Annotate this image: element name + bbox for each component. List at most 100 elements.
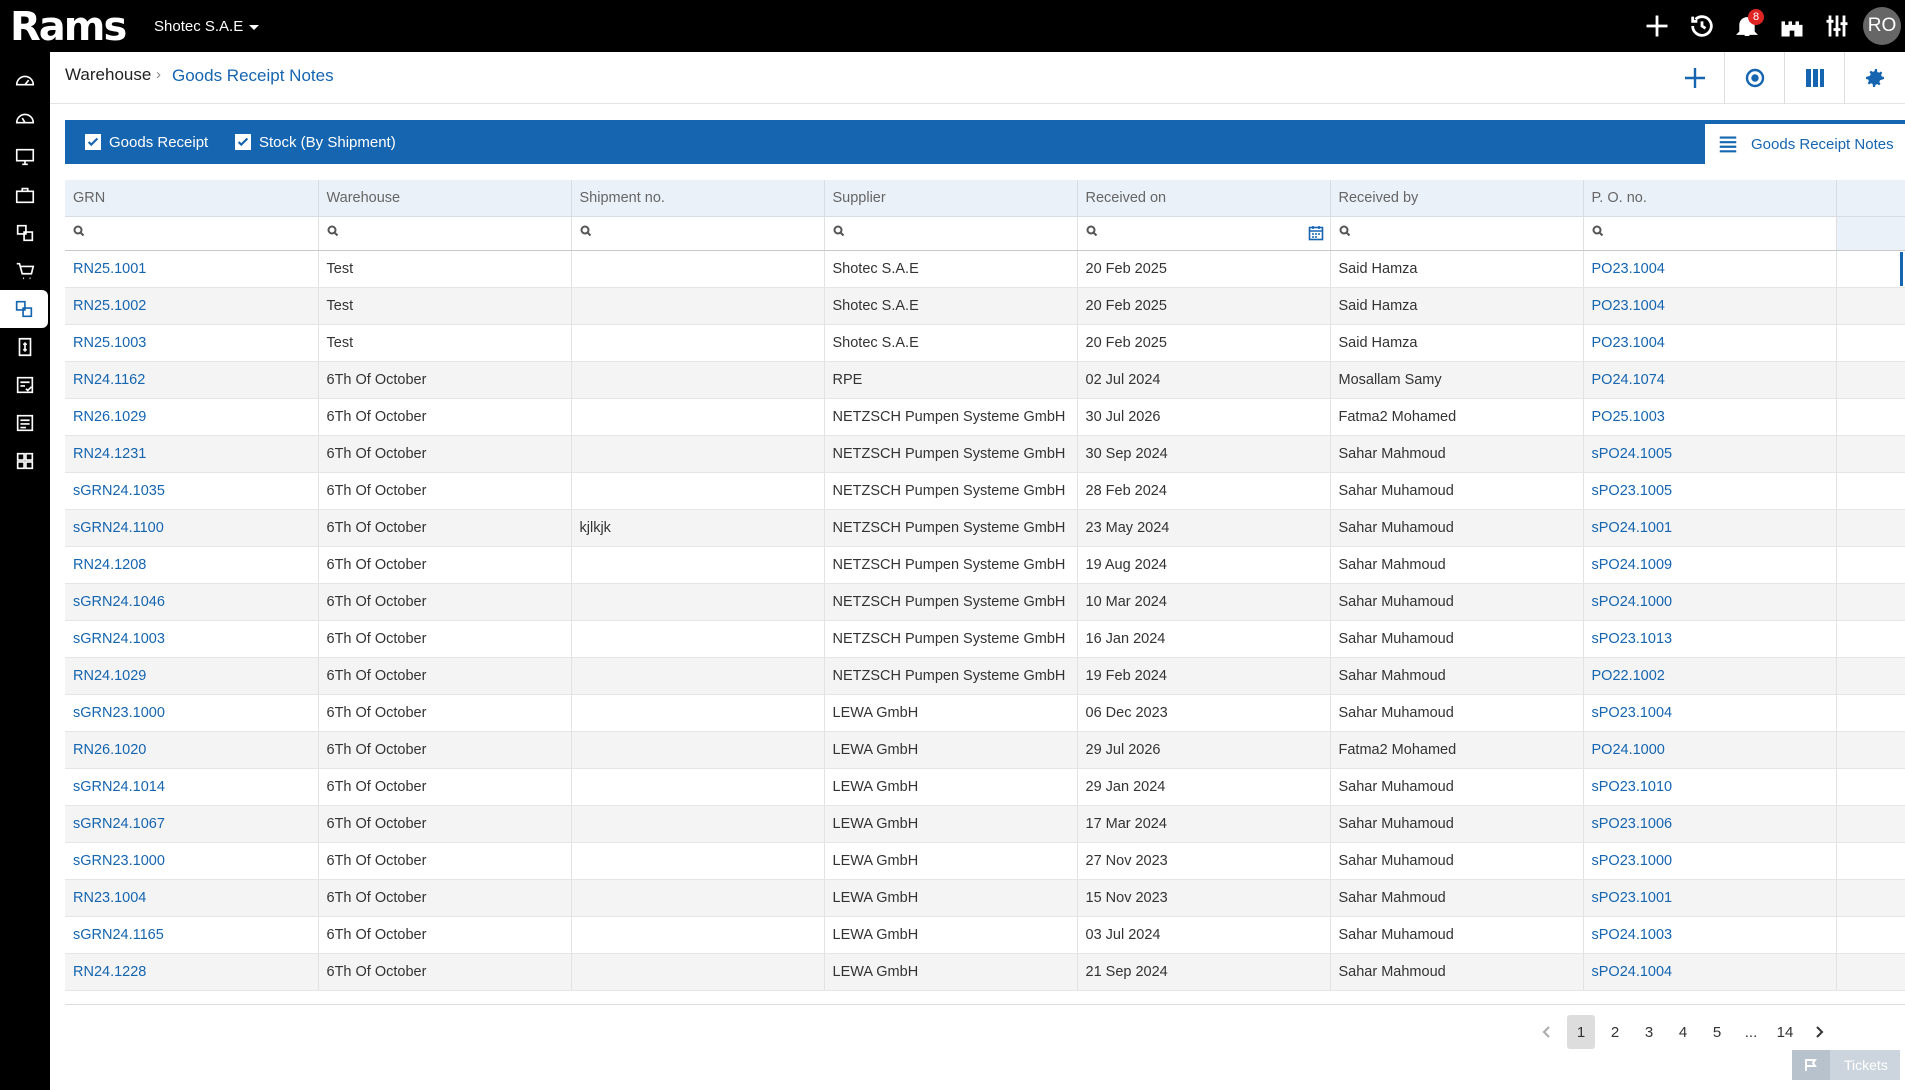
page-2[interactable]: 2	[1601, 1015, 1629, 1049]
breadcrumb-section[interactable]: Warehouse	[65, 65, 151, 85]
table-row[interactable]: RN25.1002 Test Shotec S.A.E 20 Feb 2025 Said…	[65, 287, 1905, 325]
table-row[interactable]: sGRN24.1035 6Th Of October NETZSCH Pumpen …	[65, 472, 1905, 510]
filter-warehouse[interactable]	[318, 216, 572, 251]
cell-po-no[interactable]: sPO24.1000	[1583, 583, 1837, 621]
page-1[interactable]: 1	[1567, 1015, 1595, 1049]
cell-grn[interactable]: sGRN24.1067	[65, 805, 319, 843]
cell-po-no[interactable]: sPO23.1006	[1583, 805, 1837, 843]
settings-sliders-button[interactable]	[1814, 0, 1859, 52]
cell-grn[interactable]: RN24.1208	[65, 546, 319, 584]
column-header-received-by[interactable]: Received by	[1330, 180, 1584, 217]
table-row[interactable]: sGRN23.1000 6Th Of October LEWA GmbH 06 Dec…	[65, 694, 1905, 732]
sidebar-item-briefcase[interactable]	[0, 176, 50, 214]
column-header-shipment-no[interactable]: Shipment no.	[571, 180, 825, 217]
cell-grn[interactable]: RN26.1020	[65, 731, 319, 769]
checkbox-goods-receipt[interactable]	[85, 134, 101, 150]
tab-stock-by-shipment[interactable]: Stock (By Shipment)	[235, 120, 396, 164]
cell-po-no[interactable]: sPO23.1000	[1583, 842, 1837, 880]
sidebar-item-warehouse[interactable]	[0, 290, 48, 328]
company-selector[interactable]: Shotec S.A.E	[154, 18, 260, 35]
tab-goods-receipt[interactable]: Goods Receipt	[85, 120, 208, 164]
cell-po-no[interactable]: PO24.1000	[1583, 731, 1837, 769]
cell-po-no[interactable]: PO24.1074	[1583, 361, 1837, 399]
refresh-button[interactable]	[1725, 52, 1785, 104]
page-last[interactable]: 14	[1771, 1015, 1799, 1049]
sidebar-item-dashboard-2[interactable]	[0, 100, 50, 138]
cell-grn[interactable]: RN25.1002	[65, 287, 319, 325]
table-row[interactable]: RN24.1029 6Th Of October NETZSCH Pumpen Sy…	[65, 657, 1905, 695]
notifications-button[interactable]: 8	[1724, 0, 1769, 52]
cell-po-no[interactable]: sPO24.1004	[1583, 953, 1837, 991]
cell-po-no[interactable]: PO25.1003	[1583, 398, 1837, 436]
table-row[interactable]: sGRN24.1165 6Th Of October LEWA GmbH 03 Jul…	[65, 916, 1905, 954]
cell-po-no[interactable]: sPO23.1005	[1583, 472, 1837, 510]
cell-po-no[interactable]: sPO23.1013	[1583, 620, 1837, 658]
table-row[interactable]: RN25.1003 Test Shotec S.A.E 20 Feb 2025 Said…	[65, 324, 1905, 362]
sidebar-item-monitor[interactable]	[0, 138, 50, 176]
sidebar-item-cart[interactable]	[0, 252, 50, 290]
cell-grn[interactable]: sGRN23.1000	[65, 842, 319, 880]
page-5[interactable]: 5	[1703, 1015, 1731, 1049]
page-3[interactable]: 3	[1635, 1015, 1663, 1049]
cell-po-no[interactable]: PO23.1004	[1583, 324, 1837, 362]
filter-po-no[interactable]	[1583, 216, 1837, 251]
column-header-supplier[interactable]: Supplier	[824, 180, 1078, 217]
cell-grn[interactable]: sGRN24.1035	[65, 472, 319, 510]
new-grn-button[interactable]	[1665, 52, 1725, 104]
prev-page-button[interactable]	[1533, 1015, 1561, 1049]
cell-po-no[interactable]: sPO23.1001	[1583, 879, 1837, 917]
sidebar-item-dashboard[interactable]	[0, 62, 50, 100]
next-page-button[interactable]	[1805, 1015, 1833, 1049]
sidebar-item-modules[interactable]	[0, 442, 50, 480]
filter-supplier[interactable]	[824, 216, 1078, 251]
sidebar-item-finance[interactable]	[0, 328, 50, 366]
cell-po-no[interactable]: sPO23.1010	[1583, 768, 1837, 806]
cell-grn[interactable]: RN26.1029	[65, 398, 319, 436]
table-row[interactable]: sGRN24.1046 6Th Of October NETZSCH Pumpen …	[65, 583, 1905, 621]
cell-grn[interactable]: RN24.1231	[65, 435, 319, 473]
cell-grn[interactable]: sGRN24.1046	[65, 583, 319, 621]
cell-po-no[interactable]: sPO24.1001	[1583, 509, 1837, 547]
table-row[interactable]: RN26.1020 6Th Of October LEWA GmbH 29 Jul 2…	[65, 731, 1905, 769]
cell-po-no[interactable]: sPO24.1005	[1583, 435, 1837, 473]
cell-po-no[interactable]: PO22.1002	[1583, 657, 1837, 695]
view-goods-receipt-notes[interactable]: Goods Receipt Notes	[1705, 124, 1905, 164]
scrollbar[interactable]	[1900, 252, 1903, 286]
table-row[interactable]: RN24.1162 6Th Of October RPE 02 Jul 2024 Mos…	[65, 361, 1905, 399]
cell-grn[interactable]: RN24.1162	[65, 361, 319, 399]
cell-grn[interactable]: RN25.1001	[65, 250, 319, 288]
cell-grn[interactable]: sGRN24.1100	[65, 509, 319, 547]
history-button[interactable]	[1679, 0, 1724, 52]
avatar[interactable]: RO	[1863, 7, 1901, 45]
table-row[interactable]: RN25.1001 Test Shotec S.A.E 20 Feb 2025 Said…	[65, 250, 1905, 288]
filter-received-on[interactable]	[1077, 216, 1331, 251]
column-header-po-no[interactable]: P. O. no.	[1583, 180, 1837, 217]
table-row[interactable]: sGRN24.1100 6Th Of October kjlkjk NETZSCH P…	[65, 509, 1905, 547]
cell-grn[interactable]: RN25.1003	[65, 324, 319, 362]
column-header-received-on[interactable]: Received on	[1077, 180, 1331, 217]
checkbox-stock-by-shipment[interactable]	[235, 134, 251, 150]
table-row[interactable]: RN24.1228 6Th Of October LEWA GmbH 21 Sep 2…	[65, 953, 1905, 991]
table-row[interactable]: RN24.1208 6Th Of October NETZSCH Pumpen Sy…	[65, 546, 1905, 584]
cell-po-no[interactable]: sPO23.1004	[1583, 694, 1837, 732]
column-header-warehouse[interactable]: Warehouse	[318, 180, 572, 217]
cell-grn[interactable]: RN23.1004	[65, 879, 319, 917]
cell-grn[interactable]: sGRN24.1165	[65, 916, 319, 954]
column-header-grn[interactable]: GRN	[65, 180, 319, 217]
tickets-button[interactable]: Tickets	[1792, 1050, 1900, 1080]
table-row[interactable]: sGRN23.1000 6Th Of October LEWA GmbH 27 Nov…	[65, 842, 1905, 880]
page-4[interactable]: 4	[1669, 1015, 1697, 1049]
filter-shipment-no[interactable]	[571, 216, 825, 251]
table-row[interactable]: RN26.1029 6Th Of October NETZSCH Pumpen Sy…	[65, 398, 1905, 436]
sidebar-item-transfer[interactable]	[0, 214, 50, 252]
add-button[interactable]	[1634, 0, 1679, 52]
settings-button[interactable]	[1845, 52, 1905, 104]
filter-received-by[interactable]	[1330, 216, 1584, 251]
table-row[interactable]: RN24.1231 6Th Of October NETZSCH Pumpen Sy…	[65, 435, 1905, 473]
cell-po-no[interactable]: sPO24.1003	[1583, 916, 1837, 954]
sidebar-item-approvals[interactable]	[0, 366, 50, 404]
cell-grn[interactable]: RN24.1228	[65, 953, 319, 991]
cell-po-no[interactable]: PO23.1004	[1583, 287, 1837, 325]
filter-grn[interactable]	[65, 216, 319, 251]
cell-grn[interactable]: sGRN24.1003	[65, 620, 319, 658]
